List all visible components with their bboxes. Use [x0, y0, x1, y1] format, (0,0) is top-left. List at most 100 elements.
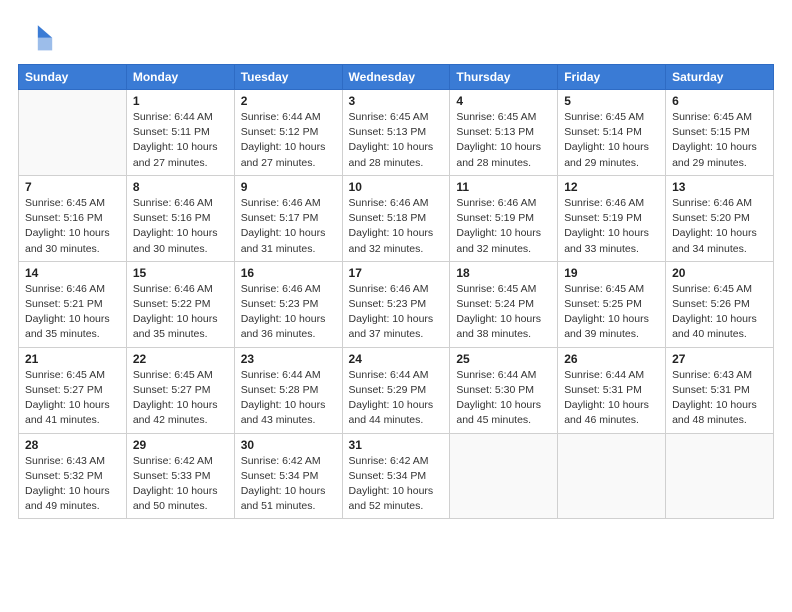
day-number: 31 [349, 438, 444, 452]
day-info: Sunrise: 6:45 AMSunset: 5:14 PMDaylight:… [564, 110, 659, 171]
day-info: Sunrise: 6:45 AMSunset: 5:16 PMDaylight:… [25, 196, 120, 257]
day-cell: 18 Sunrise: 6:45 AMSunset: 5:24 PMDayligh… [450, 261, 558, 347]
day-number: 7 [25, 180, 120, 194]
day-number: 10 [349, 180, 444, 194]
day-number: 18 [456, 266, 551, 280]
day-cell: 26 Sunrise: 6:44 AMSunset: 5:31 PMDayligh… [558, 347, 666, 433]
logo [18, 18, 58, 54]
day-cell: 9 Sunrise: 6:46 AMSunset: 5:17 PMDaylight… [234, 175, 342, 261]
day-info: Sunrise: 6:44 AMSunset: 5:30 PMDaylight:… [456, 368, 551, 429]
day-number: 12 [564, 180, 659, 194]
day-info: Sunrise: 6:46 AMSunset: 5:23 PMDaylight:… [241, 282, 336, 343]
day-info: Sunrise: 6:43 AMSunset: 5:32 PMDaylight:… [25, 454, 120, 515]
day-cell: 17 Sunrise: 6:46 AMSunset: 5:23 PMDayligh… [342, 261, 450, 347]
day-info: Sunrise: 6:46 AMSunset: 5:23 PMDaylight:… [349, 282, 444, 343]
day-number: 20 [672, 266, 767, 280]
day-number: 11 [456, 180, 551, 194]
day-cell: 7 Sunrise: 6:45 AMSunset: 5:16 PMDaylight… [19, 175, 127, 261]
day-cell: 6Sunrise: 6:45 AMSunset: 5:15 PMDaylight… [666, 90, 774, 176]
day-number: 23 [241, 352, 336, 366]
day-cell: 12 Sunrise: 6:46 AMSunset: 5:19 PMDayligh… [558, 175, 666, 261]
day-number: 15 [133, 266, 228, 280]
day-info: Sunrise: 6:42 AMSunset: 5:34 PMDaylight:… [241, 454, 336, 515]
day-number: 27 [672, 352, 767, 366]
logo-icon [18, 18, 54, 54]
calendar-table: SundayMondayTuesdayWednesdayThursdayFrid… [18, 64, 774, 519]
weekday-header-row: SundayMondayTuesdayWednesdayThursdayFrid… [19, 65, 774, 90]
day-info: Sunrise: 6:46 AMSunset: 5:18 PMDaylight:… [349, 196, 444, 257]
day-number: 3 [349, 94, 444, 108]
weekday-tuesday: Tuesday [234, 65, 342, 90]
day-number: 17 [349, 266, 444, 280]
day-number: 26 [564, 352, 659, 366]
day-cell: 16 Sunrise: 6:46 AMSunset: 5:23 PMDayligh… [234, 261, 342, 347]
day-number: 14 [25, 266, 120, 280]
day-number: 9 [241, 180, 336, 194]
day-info: Sunrise: 6:43 AMSunset: 5:31 PMDaylight:… [672, 368, 767, 429]
weekday-friday: Friday [558, 65, 666, 90]
day-info: Sunrise: 6:46 AMSunset: 5:20 PMDaylight:… [672, 196, 767, 257]
day-cell: 31 Sunrise: 6:42 AMSunset: 5:34 PMDayligh… [342, 433, 450, 519]
day-cell: 25 Sunrise: 6:44 AMSunset: 5:30 PMDayligh… [450, 347, 558, 433]
day-info: Sunrise: 6:45 AMSunset: 5:13 PMDaylight:… [456, 110, 551, 171]
day-info: Sunrise: 6:44 AMSunset: 5:28 PMDaylight:… [241, 368, 336, 429]
day-info: Sunrise: 6:45 AMSunset: 5:24 PMDaylight:… [456, 282, 551, 343]
week-row-5: 28 Sunrise: 6:43 AMSunset: 5:32 PMDayligh… [19, 433, 774, 519]
day-info: Sunrise: 6:46 AMSunset: 5:19 PMDaylight:… [456, 196, 551, 257]
day-info: Sunrise: 6:46 AMSunset: 5:17 PMDaylight:… [241, 196, 336, 257]
day-info: Sunrise: 6:45 AMSunset: 5:26 PMDaylight:… [672, 282, 767, 343]
day-number: 6 [672, 94, 767, 108]
day-number: 1 [133, 94, 228, 108]
day-cell: 1 Sunrise: 6:44 AMSunset: 5:11 PMDaylight… [126, 90, 234, 176]
day-number: 22 [133, 352, 228, 366]
weekday-thursday: Thursday [450, 65, 558, 90]
day-cell [450, 433, 558, 519]
day-number: 29 [133, 438, 228, 452]
day-cell: 5 Sunrise: 6:45 AMSunset: 5:14 PMDaylight… [558, 90, 666, 176]
day-cell [666, 433, 774, 519]
weekday-sunday: Sunday [19, 65, 127, 90]
week-row-1: 1 Sunrise: 6:44 AMSunset: 5:11 PMDaylight… [19, 90, 774, 176]
day-cell: 8 Sunrise: 6:46 AMSunset: 5:16 PMDaylight… [126, 175, 234, 261]
day-cell: 3Sunrise: 6:45 AMSunset: 5:13 PMDaylight… [342, 90, 450, 176]
day-number: 24 [349, 352, 444, 366]
day-cell: 24 Sunrise: 6:44 AMSunset: 5:29 PMDayligh… [342, 347, 450, 433]
day-info: Sunrise: 6:45 AMSunset: 5:27 PMDaylight:… [25, 368, 120, 429]
day-info: Sunrise: 6:46 AMSunset: 5:21 PMDaylight:… [25, 282, 120, 343]
day-info: Sunrise: 6:46 AMSunset: 5:19 PMDaylight:… [564, 196, 659, 257]
weekday-saturday: Saturday [666, 65, 774, 90]
day-number: 4 [456, 94, 551, 108]
weekday-wednesday: Wednesday [342, 65, 450, 90]
day-number: 30 [241, 438, 336, 452]
day-cell: 23 Sunrise: 6:44 AMSunset: 5:28 PMDayligh… [234, 347, 342, 433]
day-number: 25 [456, 352, 551, 366]
day-info: Sunrise: 6:44 AMSunset: 5:12 PMDaylight:… [241, 110, 336, 171]
weekday-monday: Monday [126, 65, 234, 90]
day-cell: 27 Sunrise: 6:43 AMSunset: 5:31 PMDayligh… [666, 347, 774, 433]
day-cell: 11 Sunrise: 6:46 AMSunset: 5:19 PMDayligh… [450, 175, 558, 261]
day-number: 8 [133, 180, 228, 194]
day-number: 19 [564, 266, 659, 280]
day-cell: 14 Sunrise: 6:46 AMSunset: 5:21 PMDayligh… [19, 261, 127, 347]
day-info: Sunrise: 6:44 AMSunset: 5:11 PMDaylight:… [133, 110, 228, 171]
day-info: Sunrise: 6:46 AMSunset: 5:16 PMDaylight:… [133, 196, 228, 257]
week-row-3: 14 Sunrise: 6:46 AMSunset: 5:21 PMDayligh… [19, 261, 774, 347]
day-cell: 13 Sunrise: 6:46 AMSunset: 5:20 PMDayligh… [666, 175, 774, 261]
day-info: Sunrise: 6:44 AMSunset: 5:29 PMDaylight:… [349, 368, 444, 429]
day-cell: 29Sunrise: 6:42 AMSunset: 5:33 PMDayligh… [126, 433, 234, 519]
day-info: Sunrise: 6:42 AMSunset: 5:34 PMDaylight:… [349, 454, 444, 515]
day-number: 28 [25, 438, 120, 452]
day-cell: 30 Sunrise: 6:42 AMSunset: 5:34 PMDayligh… [234, 433, 342, 519]
day-cell: 19 Sunrise: 6:45 AMSunset: 5:25 PMDayligh… [558, 261, 666, 347]
day-cell: 15Sunrise: 6:46 AMSunset: 5:22 PMDayligh… [126, 261, 234, 347]
header [18, 18, 774, 54]
day-cell: 2Sunrise: 6:44 AMSunset: 5:12 PMDaylight… [234, 90, 342, 176]
day-cell: 20 Sunrise: 6:45 AMSunset: 5:26 PMDayligh… [666, 261, 774, 347]
day-info: Sunrise: 6:45 AMSunset: 5:25 PMDaylight:… [564, 282, 659, 343]
day-info: Sunrise: 6:44 AMSunset: 5:31 PMDaylight:… [564, 368, 659, 429]
week-row-4: 21Sunrise: 6:45 AMSunset: 5:27 PMDayligh… [19, 347, 774, 433]
week-row-2: 7 Sunrise: 6:45 AMSunset: 5:16 PMDaylight… [19, 175, 774, 261]
day-number: 13 [672, 180, 767, 194]
day-number: 5 [564, 94, 659, 108]
day-number: 16 [241, 266, 336, 280]
